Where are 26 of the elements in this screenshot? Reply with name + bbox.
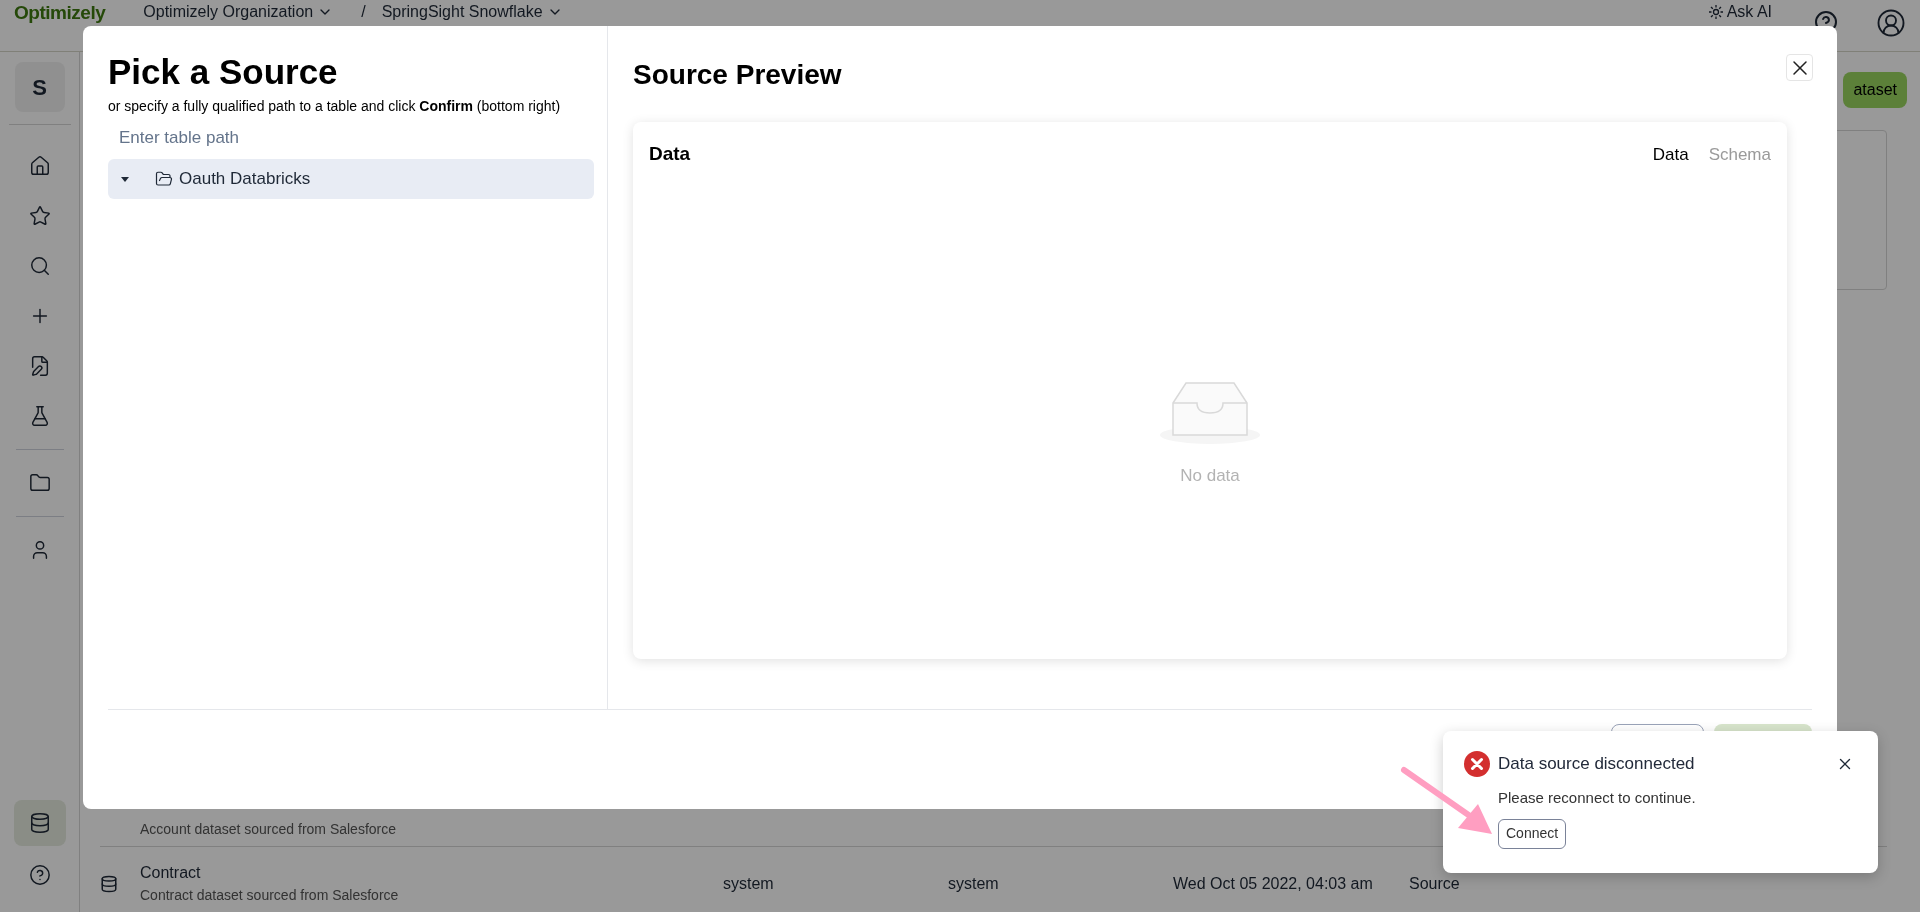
project-dropdown[interactable]: SpringSight Snowflake [381, 2, 563, 22]
dataset-description: Account dataset sourced from Salesforce [140, 820, 398, 839]
tab[interactable]: Data [1652, 141, 1689, 167]
toast-message: Please reconnect to continue. [1498, 788, 1697, 808]
toast-title: Data source disconnected [1498, 753, 1695, 776]
empty-text: No data [1180, 465, 1240, 487]
connect-button[interactable]: Connect [1498, 818, 1567, 849]
tree-item[interactable]: Oauth Databricks [108, 159, 594, 199]
preview-title: Source Preview [633, 58, 842, 92]
table-cell-text: system [723, 873, 775, 894]
tree-item-label: Oauth Databricks [179, 168, 311, 191]
organization-dropdown[interactable]: Optimizely Organization [143, 2, 334, 22]
card-title: Data [649, 142, 691, 166]
dialog-subtitle: or specify a fully qualified path to a table and click Confirm (bottom right) [108, 97, 562, 116]
dataset-description: Contract dataset sourced from Salesforce [140, 886, 400, 905]
ask-ai-button[interactable]: Ask AI [1708, 2, 1772, 22]
table-cell-text: Source [1409, 873, 1460, 894]
table-cell-text: Wed Oct 05 2022, 04:03 am [1173, 873, 1374, 894]
table-cell-text: system [948, 873, 1000, 894]
workspace-avatar[interactable]: S [14, 62, 65, 112]
breadcrumb-separator: / [361, 2, 366, 22]
dialog-title: Pick a Source [108, 51, 339, 93]
logo[interactable]: Optimizely [14, 2, 106, 24]
table-path-field[interactable]: Enter table path [108, 123, 594, 153]
add-dataset-button[interactable]: ataset [1843, 72, 1907, 108]
dataset-name: Contract [140, 863, 202, 883]
